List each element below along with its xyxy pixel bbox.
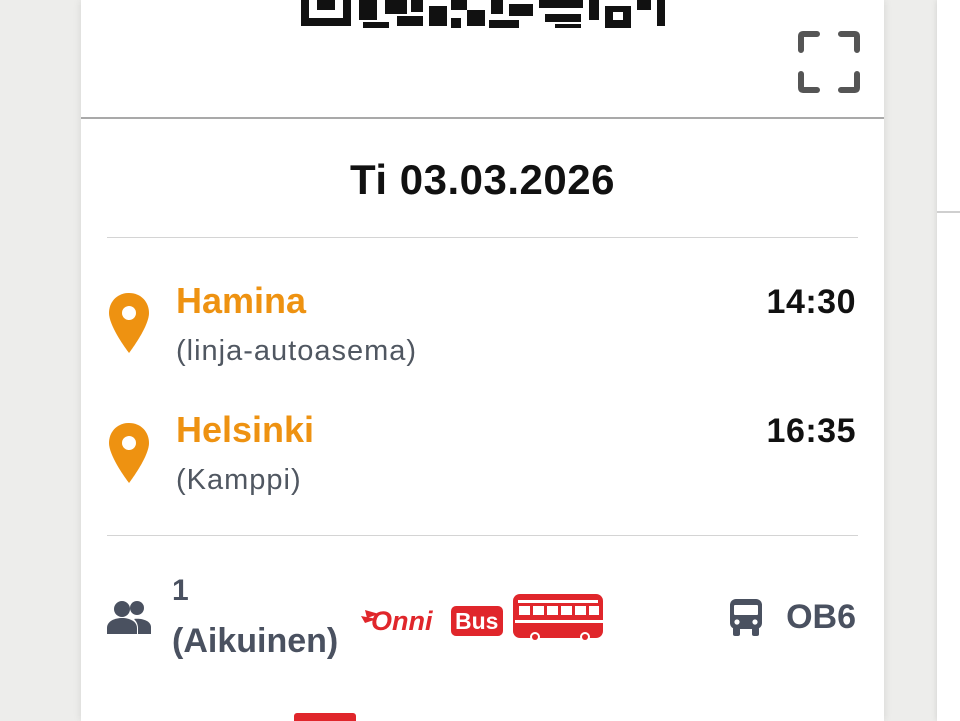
location-pin-icon xyxy=(109,293,149,353)
svg-text:Bus: Bus xyxy=(455,608,498,634)
onnibus-logo: Onni Bus xyxy=(361,594,603,642)
bus-icon xyxy=(730,599,762,636)
departure-station: (linja-autoasema) xyxy=(176,335,418,367)
adjacent-card-divider xyxy=(937,211,960,213)
departure-city: Hamina xyxy=(176,280,307,321)
people-icon xyxy=(107,601,151,634)
svg-text:Onni: Onni xyxy=(371,606,433,636)
departure-time: 14:30 xyxy=(766,283,856,321)
passenger-type: (Aikuinen) xyxy=(172,622,339,660)
ticket-card: Ti 03.03.2026 Hamina (linja-autoasema) 1… xyxy=(81,0,884,721)
fullscreen-icon[interactable] xyxy=(797,30,861,94)
arrival-city: Helsinki xyxy=(176,409,315,450)
date-divider xyxy=(107,237,858,238)
passenger-count: 1 xyxy=(172,574,189,607)
arrival-station: (Kamppi) xyxy=(176,464,302,496)
adjacent-ticket-card xyxy=(937,0,960,721)
route-divider xyxy=(107,535,858,536)
location-pin-icon xyxy=(109,423,149,483)
qr-code xyxy=(301,0,665,28)
qr-section-divider xyxy=(81,117,884,119)
bottom-red-tab[interactable] xyxy=(294,713,356,721)
line-code: OB6 xyxy=(786,598,856,636)
arrival-time: 16:35 xyxy=(766,412,856,450)
travel-date: Ti 03.03.2026 xyxy=(350,156,615,203)
